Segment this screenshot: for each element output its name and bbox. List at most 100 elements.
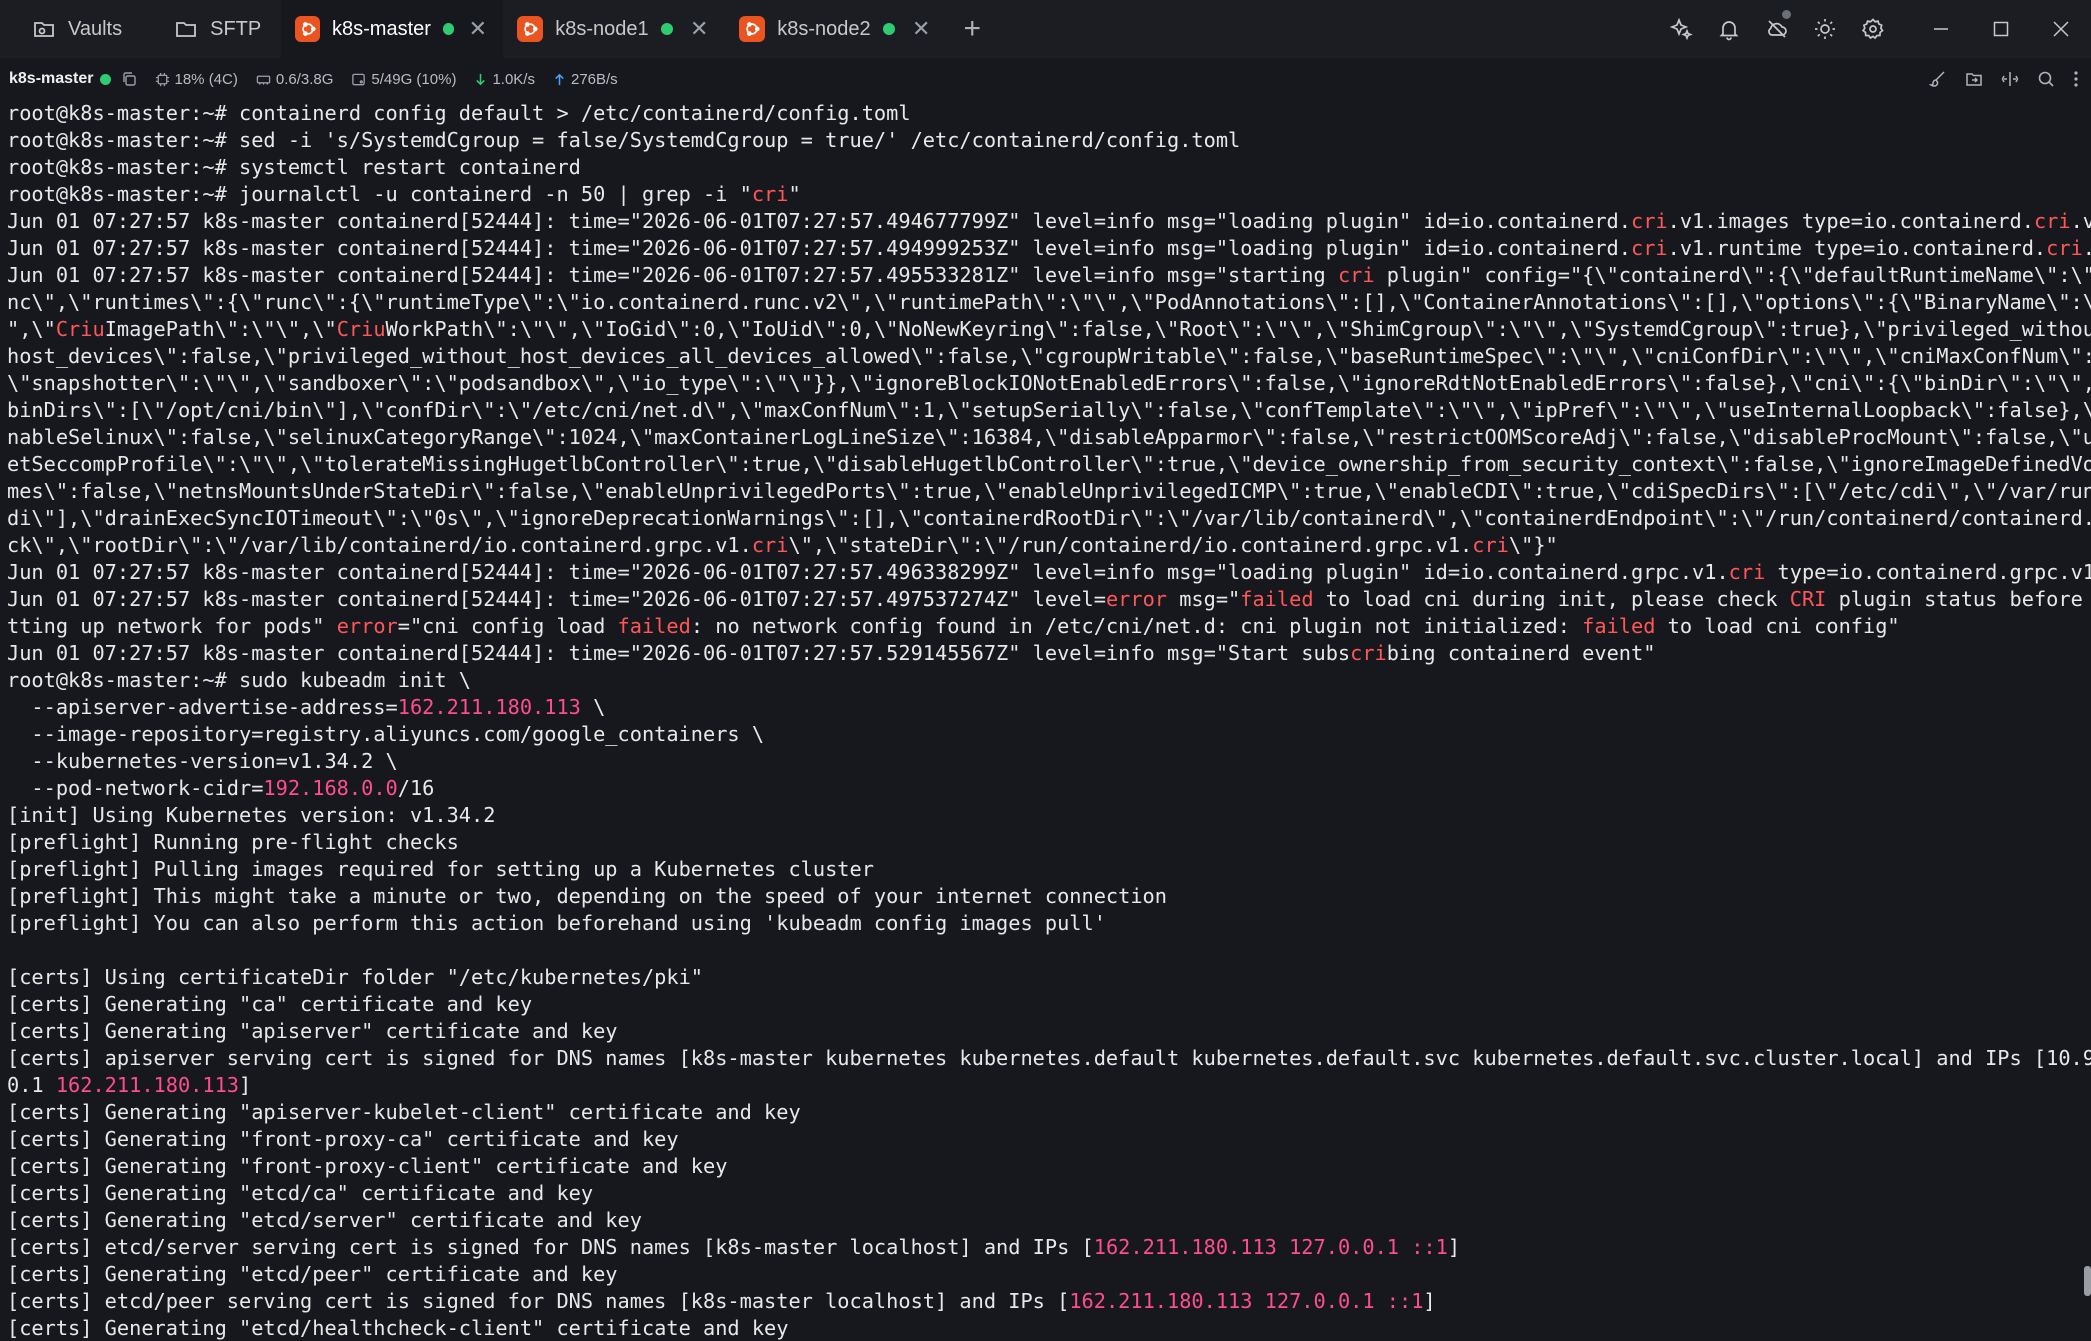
terminal-line: root@k8s-master:~# sed -i 's/SystemdCgro… xyxy=(7,128,1241,152)
tab-sftp[interactable]: SFTP xyxy=(142,0,281,58)
close-icon[interactable]: ✕ xyxy=(466,16,489,42)
terminal-line: --pod-network-cidr=192.168.0.0/16 xyxy=(7,776,435,800)
upload-value: 276B/s xyxy=(570,70,618,88)
ai-sparkle-icon[interactable] xyxy=(1657,0,1705,58)
split-view-icon[interactable] xyxy=(2001,70,2019,88)
notification-badge xyxy=(1782,10,1791,19)
window-close-button[interactable] xyxy=(2031,0,2091,58)
terminal-line: [certs] Generating "apiserver" certifica… xyxy=(7,1019,618,1043)
terminal-line: root@k8s-master:~# containerd config def… xyxy=(7,101,911,125)
online-status-dot xyxy=(99,73,111,85)
maximize-button[interactable] xyxy=(1971,0,2031,58)
terminal-line: binDirs\":[\"/opt/cni/bin\"],\"confDir\"… xyxy=(7,398,2091,422)
tab-sftp-label: SFTP xyxy=(210,17,262,40)
terminal-line: [preflight] Pulling images required for … xyxy=(7,857,874,881)
terminal-line: [certs] Using certificateDir folder "/et… xyxy=(7,965,703,989)
online-status-dot xyxy=(442,23,455,35)
terminal-line: nableSelinux\":false,\"selinuxCategoryRa… xyxy=(7,425,2091,449)
ubuntu-icon xyxy=(517,16,544,42)
memory-usage: 0.6/3.8G xyxy=(256,70,334,88)
search-icon[interactable] xyxy=(2037,70,2055,88)
tab-session-k8s-node1[interactable]: k8s-node1 ✕ xyxy=(503,0,725,58)
download-rate: 1.0K/s xyxy=(474,71,535,88)
add-tab-button[interactable]: + xyxy=(947,0,997,58)
terminal-line: [certs] Generating "etcd/peer" certifica… xyxy=(7,1262,618,1286)
terminal-line: tting up network for pods" error="cni co… xyxy=(7,614,1900,638)
ubuntu-icon xyxy=(739,16,766,42)
terminal-toolbar xyxy=(1929,70,2079,88)
ubuntu-icon xyxy=(295,16,321,42)
terminal-line: [certs] Generating "front-proxy-ca" cert… xyxy=(7,1127,679,1151)
terminal-line: [preflight] This might take a minute or … xyxy=(7,884,1167,908)
terminal-line: ​ xyxy=(7,937,2091,964)
gear-icon[interactable] xyxy=(1849,0,1897,58)
close-icon[interactable]: ✕ xyxy=(909,16,933,42)
session-status-bar: k8s-master 18% (4C) 0.6/3.8G 5/49G (10%)… xyxy=(0,58,2091,100)
terminal-line: di\"],\"drainExecSyncIOTimeout\":\"0s\",… xyxy=(7,506,2091,530)
theme-sun-icon[interactable] xyxy=(1801,0,1849,58)
memory-value: 0.6/3.8G xyxy=(275,70,334,88)
terminal-line: Jun 01 07:27:57 k8s-master containerd[52… xyxy=(7,641,1656,665)
terminal-line: Jun 01 07:27:57 k8s-master containerd[52… xyxy=(7,263,2091,287)
cpu-usage: 18% (4C) xyxy=(155,71,238,88)
bell-icon[interactable] xyxy=(1705,0,1753,58)
terminal-line: [certs] etcd/peer serving cert is signed… xyxy=(7,1289,1436,1313)
brush-icon[interactable] xyxy=(1929,70,1947,88)
disk-value: 5/49G (10%) xyxy=(371,70,457,88)
upload-rate: 276B/s xyxy=(553,71,618,88)
close-icon[interactable]: ✕ xyxy=(687,16,711,42)
cpu-icon xyxy=(155,72,169,86)
terminal-line: [certs] Generating "ca" certificate and … xyxy=(7,992,533,1016)
more-vertical-icon[interactable] xyxy=(2073,70,2079,88)
terminal-line: root@k8s-master:~# systemctl restart con… xyxy=(7,155,581,179)
terminal-line: root@k8s-master:~# journalctl -u contain… xyxy=(7,182,801,206)
tab-vaults[interactable]: Vaults xyxy=(0,0,142,58)
terminal-line: Jun 01 07:27:57 k8s-master containerd[52… xyxy=(7,236,2091,260)
tab-session-label: k8s-node1 xyxy=(555,17,649,40)
disk-usage: 5/49G (10%) xyxy=(351,71,456,88)
memory-icon xyxy=(256,75,271,85)
copy-icon[interactable] xyxy=(121,71,137,87)
tab-bar: Vaults SFTP k8s-master ✕ k8s-node1 ✕ k8s… xyxy=(0,0,2091,58)
vault-icon xyxy=(30,15,58,43)
window-controls xyxy=(1657,0,2091,58)
tab-session-label: k8s-master xyxy=(332,17,431,40)
tab-vaults-label: Vaults xyxy=(68,17,123,40)
cloud-sync-off-icon[interactable] xyxy=(1753,0,1801,58)
folder-icon xyxy=(172,15,200,43)
disk-icon xyxy=(352,73,366,85)
terminal-line: [preflight] Running pre-flight checks xyxy=(7,830,459,854)
terminal-line: [certs] apiserver serving cert is signed… xyxy=(7,1046,2091,1070)
terminal-line: ck\",\"rootDir\":\"/var/lib/containerd/i… xyxy=(7,533,1558,557)
terminal-line: Jun 01 07:27:57 k8s-master containerd[52… xyxy=(7,587,2091,611)
terminal-output[interactable]: root@k8s-master:~# containerd config def… xyxy=(0,100,2091,1341)
terminal-line: \"snapshotter\":\"\",\"sandboxer\":\"pod… xyxy=(7,371,2091,395)
tab-session-k8s-node2[interactable]: k8s-node2 ✕ xyxy=(725,0,947,58)
terminal-line: Jun 01 07:27:57 k8s-master containerd[52… xyxy=(7,560,2091,584)
host-name: k8s-master xyxy=(9,70,94,87)
terminal-line: etSeccompProfile\":\"\",\"tolerateMissin… xyxy=(7,452,2091,476)
online-status-dot xyxy=(882,23,895,35)
arrow-up-icon xyxy=(555,73,564,85)
arrow-down-icon xyxy=(476,73,486,85)
download-value: 1.0K/s xyxy=(492,70,535,88)
terminal-line: --kubernetes-version=v1.34.2 \ xyxy=(7,749,398,773)
tab-session-k8s-master[interactable]: k8s-master ✕ xyxy=(281,0,504,58)
terminal-line: [certs] etcd/server serving cert is sign… xyxy=(7,1235,1461,1259)
terminal-line: mes\":false,\"netnsMountsUnderStateDir\"… xyxy=(7,479,2091,503)
terminal-line: host_devices\":false,\"privileged_withou… xyxy=(7,344,2091,368)
terminal-line: [certs] Generating "etcd/healthcheck-cli… xyxy=(7,1316,789,1340)
terminal-line: --apiserver-advertise-address=162.211.18… xyxy=(7,695,606,719)
terminal-line: [certs] Generating "front-proxy-client" … xyxy=(7,1154,728,1178)
terminal-line: root@k8s-master:~# sudo kubeadm init \ xyxy=(7,668,471,692)
online-status-dot xyxy=(660,23,673,35)
minimize-button[interactable] xyxy=(1911,0,1971,58)
terminal-line: [certs] Generating "apiserver-kubelet-cl… xyxy=(7,1100,801,1124)
terminal-line: [init] Using Kubernetes version: v1.34.2 xyxy=(7,803,496,827)
scrollbar-thumb[interactable] xyxy=(2084,1266,2091,1296)
folder-transfer-icon[interactable] xyxy=(1965,70,1983,88)
tab-session-label: k8s-node2 xyxy=(777,17,871,40)
terminal-line: --image-repository=registry.aliyuncs.com… xyxy=(7,722,765,746)
terminal-line: [preflight] You can also perform this ac… xyxy=(7,911,1106,935)
terminal-line: Jun 01 07:27:57 k8s-master containerd[52… xyxy=(7,209,2091,233)
